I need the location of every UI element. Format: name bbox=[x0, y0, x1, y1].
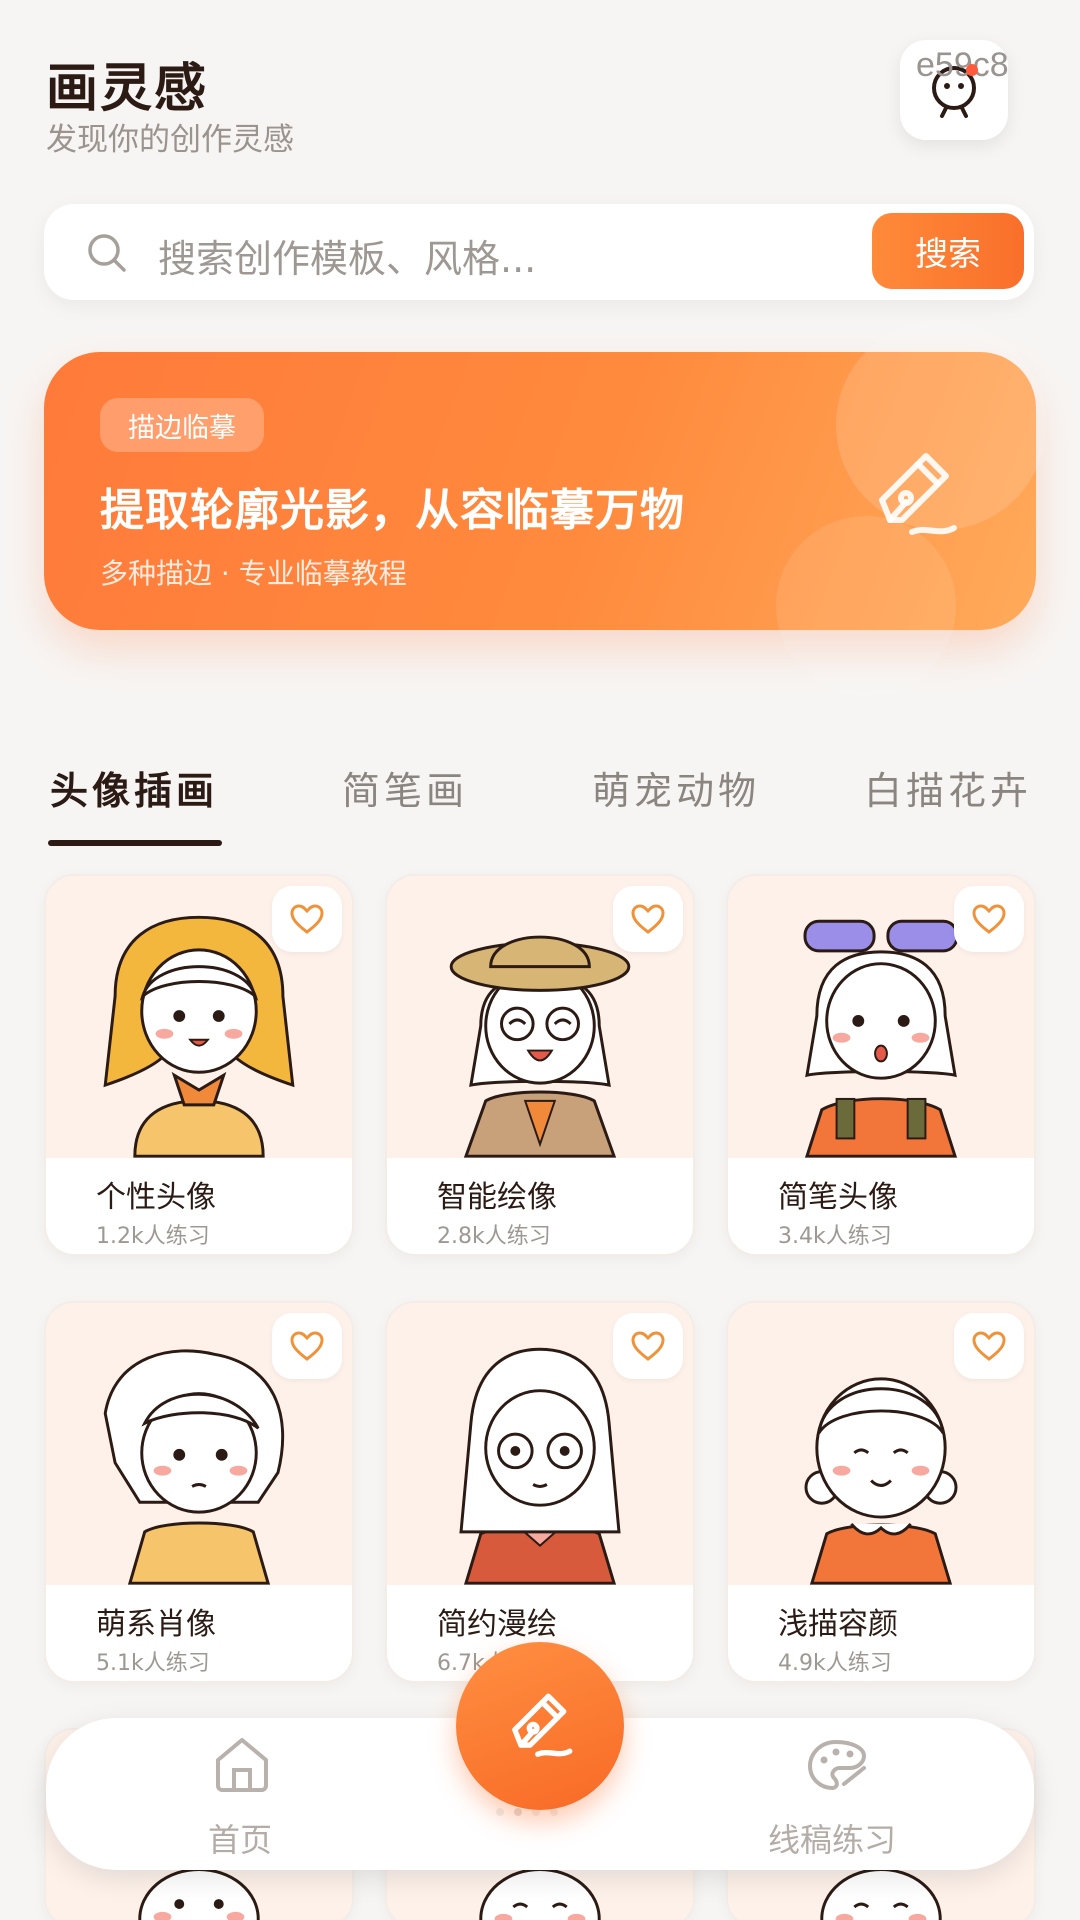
favorite-button[interactable] bbox=[272, 886, 342, 952]
card-title: 简笔头像 bbox=[778, 1180, 898, 1215]
create-button[interactable] bbox=[456, 1642, 624, 1810]
template-card[interactable]: 个性头像 1.2k人练习 bbox=[44, 874, 354, 1256]
nav-practice-label[interactable]: 线稿练习 bbox=[768, 1815, 896, 1861]
heart-icon bbox=[631, 1331, 665, 1361]
tab-active-indicator bbox=[48, 840, 222, 846]
home-icon[interactable] bbox=[212, 1736, 272, 1792]
heart-icon bbox=[290, 1331, 324, 1361]
heart-icon bbox=[290, 904, 324, 934]
favorite-button[interactable] bbox=[613, 886, 683, 952]
template-card[interactable]: 萌系肖像 5.1k人练习 bbox=[44, 1301, 354, 1683]
card-title: 浅描容颜 bbox=[778, 1607, 898, 1642]
card-title: 智能绘像 bbox=[437, 1180, 557, 1215]
pen-nib-icon bbox=[512, 1693, 573, 1757]
tab-simple-drawing[interactable]: 简笔画 bbox=[342, 760, 468, 815]
app-subtitle: 发现你的创作灵感 bbox=[46, 122, 294, 158]
banner-headline: 提取轮廓光影，从容临摹万物 bbox=[100, 485, 685, 536]
tab-avatar-illustration[interactable]: 头像插画 bbox=[50, 760, 218, 815]
card-practice-count: 3.4k人练习 bbox=[778, 1224, 892, 1249]
favorite-button[interactable] bbox=[954, 886, 1024, 952]
search-button[interactable]: 搜索 bbox=[872, 213, 1024, 289]
favorite-button[interactable] bbox=[272, 1313, 342, 1379]
card-title: 萌系肖像 bbox=[96, 1607, 216, 1642]
card-practice-count: 5.1k人练习 bbox=[96, 1651, 210, 1676]
banner-subline: 多种描边 · 专业临摹教程 bbox=[100, 557, 407, 590]
user-code: e59c8 bbox=[916, 46, 1009, 84]
notification-dot bbox=[966, 64, 978, 76]
card-title: 简约漫绘 bbox=[437, 1607, 557, 1642]
template-card[interactable]: 浅描容颜 4.9k人练习 bbox=[726, 1301, 1036, 1683]
nav-home-label[interactable]: 首页 bbox=[208, 1815, 272, 1861]
search-input[interactable]: 搜索创作模板、风格... bbox=[158, 228, 536, 283]
card-title: 个性头像 bbox=[96, 1180, 216, 1215]
template-card[interactable]: 智能绘像 2.8k人练习 bbox=[385, 874, 695, 1256]
search-icon bbox=[88, 234, 126, 272]
app-title: 画灵感 bbox=[46, 59, 209, 119]
template-card[interactable]: 简笔头像 3.4k人练习 bbox=[726, 874, 1036, 1256]
favorite-button[interactable] bbox=[954, 1313, 1024, 1379]
favorite-button[interactable] bbox=[613, 1313, 683, 1379]
heart-icon bbox=[631, 904, 665, 934]
heart-icon bbox=[972, 1331, 1006, 1361]
tab-line-flowers[interactable]: 白描花卉 bbox=[864, 760, 1032, 815]
palette-icon[interactable] bbox=[806, 1738, 868, 1792]
heart-icon bbox=[972, 904, 1006, 934]
card-practice-count: 4.9k人练习 bbox=[778, 1651, 892, 1676]
banner-tag: 描边临摹 bbox=[100, 398, 264, 452]
pen-nib-icon bbox=[879, 453, 957, 535]
tab-cute-pets[interactable]: 萌宠动物 bbox=[592, 760, 760, 815]
template-card[interactable]: 简约漫绘 6.7k人练习 bbox=[385, 1301, 695, 1683]
card-practice-count: 1.2k人练习 bbox=[96, 1224, 210, 1249]
card-practice-count: 2.8k人练习 bbox=[437, 1224, 551, 1249]
